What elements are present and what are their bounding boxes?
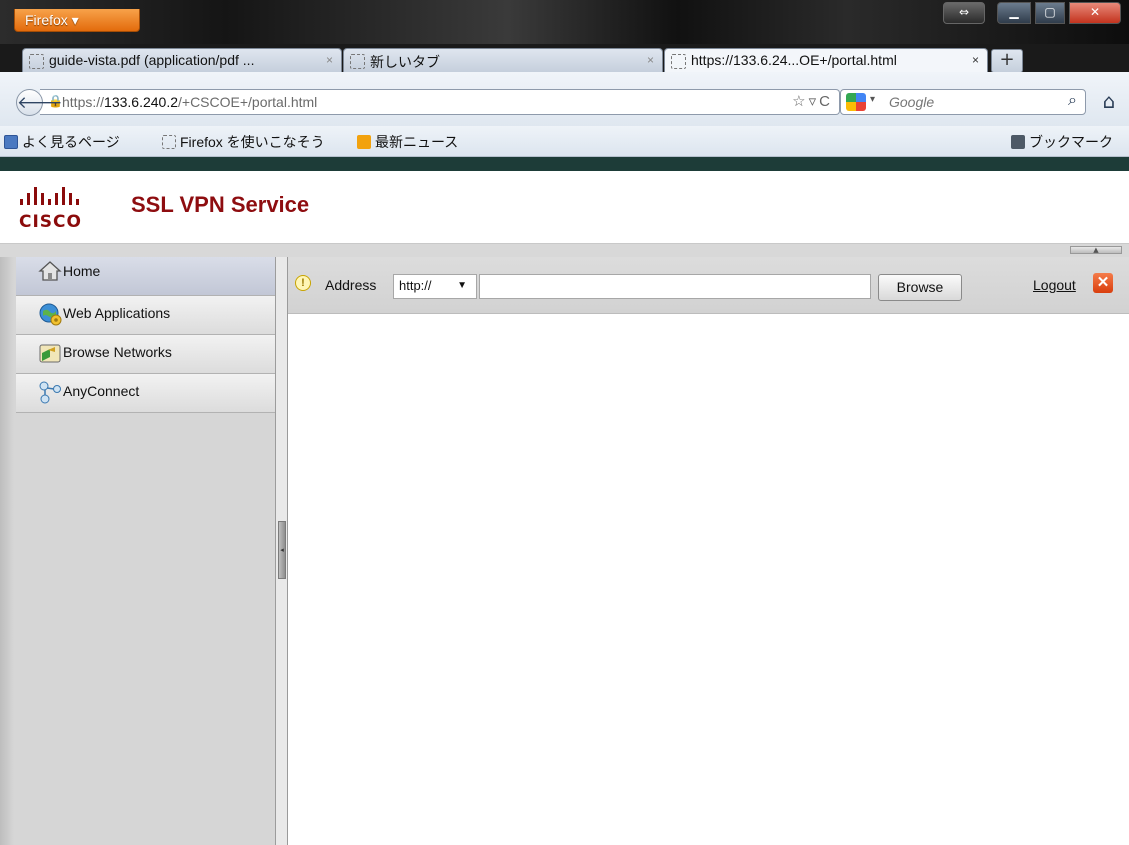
info-icon[interactable]: !: [295, 275, 311, 291]
tab-new-tab[interactable]: 新しいタブ ×: [343, 48, 663, 72]
chevron-down-icon[interactable]: ▾: [870, 94, 875, 105]
tab-close-icon[interactable]: ×: [647, 53, 654, 67]
collapse-sidebar-handle[interactable]: ◂: [278, 521, 286, 579]
sidebar: Home Web Applications Browse Networks An…: [0, 257, 276, 845]
url-path: /+CSCOE+/portal.html: [178, 94, 318, 110]
bookmark-latest-news[interactable]: 最新ニュース: [357, 132, 458, 152]
browse-networks-icon: [39, 344, 61, 363]
most-visited-icon: [4, 135, 18, 149]
search-icon[interactable]: ⌕: [1068, 92, 1077, 110]
sidebar-item-label: Web Applications: [63, 305, 171, 321]
sidebar-item-home[interactable]: Home: [16, 257, 275, 296]
anyconnect-icon: [39, 381, 61, 404]
header-separator: [0, 244, 1129, 258]
tab-label: 新しいタブ: [370, 54, 440, 70]
reload-icon[interactable]: C: [819, 93, 833, 110]
tab-strip: guide-vista.pdf (application/pdf ... × 新…: [0, 44, 1129, 73]
tab-close-icon[interactable]: ×: [326, 53, 333, 67]
logout-close-icon[interactable]: ✕: [1093, 273, 1113, 293]
bookmark-most-visited[interactable]: よく見るページ: [4, 132, 120, 152]
chevron-down-icon: ▼: [457, 280, 467, 291]
address-input[interactable]: [479, 274, 871, 299]
address-toolbar: ! Address http:// ▼ Browse Logout ✕: [288, 257, 1129, 314]
sidebar-item-label: Browse Networks: [63, 344, 172, 360]
url-host: 133.6.240.2: [104, 94, 178, 110]
protocol-value: http://: [399, 278, 432, 293]
rss-icon: [357, 135, 371, 149]
page-icon: [162, 135, 176, 149]
page-title: SSL VPN Service: [131, 192, 310, 217]
history-dropdown-icon[interactable]: ▿: [809, 93, 820, 110]
bookmarks-toolbar: よく見るページ Firefox を使いこなそう 最新ニュース ブックマーク: [0, 126, 1129, 157]
new-tab-button[interactable]: +: [991, 49, 1023, 73]
url-actions: ☆▿C: [792, 92, 833, 110]
main-content: ! Address http:// ▼ Browse Logout ✕: [288, 257, 1129, 845]
sidebar-item-label: AnyConnect: [63, 383, 140, 399]
protocol-select[interactable]: http:// ▼: [393, 274, 477, 299]
bookmarks-menu-label: ブックマーク: [1029, 134, 1113, 150]
tab-label: guide-vista.pdf (application/pdf ...: [49, 52, 255, 68]
google-icon[interactable]: [846, 93, 866, 111]
logout-link[interactable]: Logout: [1033, 277, 1076, 293]
bookmark-label: 最新ニュース: [375, 134, 459, 150]
bookmark-star-icon[interactable]: ☆: [792, 93, 808, 110]
back-button[interactable]: 🡐: [16, 89, 63, 116]
sidebar-item-browse-networks[interactable]: Browse Networks: [16, 335, 275, 374]
resize-icon[interactable]: ⇔: [943, 2, 985, 24]
sidebar-item-web-applications[interactable]: Web Applications: [16, 296, 275, 335]
sidebar-item-label: Home: [63, 263, 101, 279]
address-label: Address: [325, 277, 377, 293]
page-icon: [350, 54, 365, 69]
web-apps-icon: [39, 303, 62, 326]
bookmark-label: よく見るページ: [22, 134, 120, 150]
bookmarks-icon: [1011, 135, 1025, 149]
url-bar[interactable]: 🔒 https://133.6.240.2/+CSCOE+/portal.htm…: [40, 89, 840, 115]
collapse-header-button[interactable]: ▲: [1070, 246, 1122, 254]
page-top-band: [0, 157, 1129, 171]
navigation-bar: 🔒 https://133.6.240.2/+CSCOE+/portal.htm…: [0, 72, 1129, 126]
minimize-button[interactable]: ▁: [997, 2, 1031, 24]
url-scheme: https://: [62, 94, 105, 110]
tab-guide-vista[interactable]: guide-vista.pdf (application/pdf ... ×: [22, 48, 342, 72]
home-icon[interactable]: ⌂: [1096, 89, 1122, 115]
search-placeholder: Google: [889, 94, 935, 110]
tab-close-icon[interactable]: ×: [972, 53, 979, 67]
sidebar-item-anyconnect[interactable]: AnyConnect: [16, 374, 275, 413]
maximize-button[interactable]: ▢: [1035, 2, 1065, 24]
bookmark-label: Firefox を使いこなそう: [180, 134, 325, 150]
portal-header: CISCO SSL VPN Service: [0, 171, 1129, 244]
page-icon: [671, 54, 686, 69]
tab-portal[interactable]: https://133.6.24...OE+/portal.html ×: [664, 48, 988, 72]
bookmark-getting-started[interactable]: Firefox を使いこなそう: [162, 132, 325, 152]
window-controls: ⇔ ▁ ▢ ✕: [943, 2, 1121, 24]
home-icon: [38, 261, 62, 281]
firefox-menu-button[interactable]: Firefox ▾: [14, 9, 140, 32]
window-titlebar: Firefox ▾ ⇔ ▁ ▢ ✕: [0, 0, 1129, 44]
search-bar[interactable]: ▾ Google ⌕: [840, 89, 1086, 115]
page-icon: [29, 54, 44, 69]
bookmarks-menu-button[interactable]: ブックマーク: [1011, 132, 1113, 152]
browse-button[interactable]: Browse: [878, 274, 962, 301]
close-window-button[interactable]: ✕: [1069, 2, 1121, 24]
tab-label: https://133.6.24...OE+/portal.html: [691, 52, 897, 68]
cisco-wordmark: CISCO: [19, 212, 82, 232]
